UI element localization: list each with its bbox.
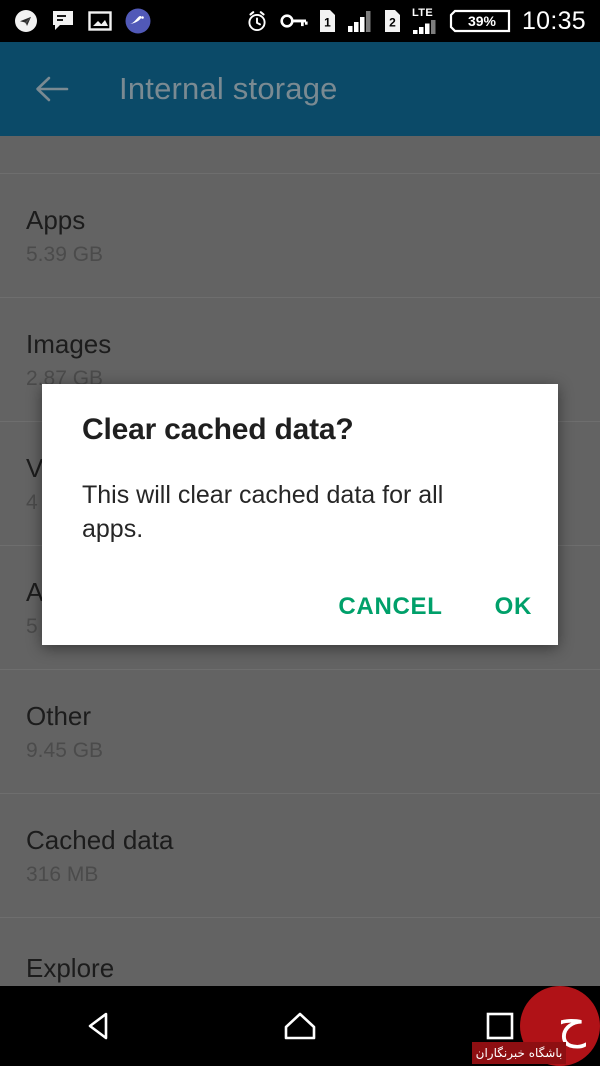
- lte-label: LTE: [411, 6, 434, 19]
- nav-home-icon[interactable]: [255, 986, 345, 1066]
- svg-text:1: 1: [324, 16, 331, 30]
- dialog-title: Clear cached data?: [82, 413, 354, 446]
- back-arrow-icon[interactable]: [28, 65, 76, 113]
- status-bar-system-icons: 1 2 LTE 39% 10:35: [245, 7, 586, 36]
- signal-bars-sim2-icon: [412, 19, 438, 35]
- list-item-apps[interactable]: Apps 5.39 GB: [0, 174, 600, 297]
- list-item-title: Explore: [26, 953, 115, 983]
- cancel-button[interactable]: CANCEL: [334, 587, 446, 627]
- app-notification-icon: [125, 8, 151, 34]
- nav-back-icon[interactable]: [55, 986, 145, 1066]
- alarm-clock-icon: [245, 9, 269, 33]
- nav-recents-icon[interactable]: [455, 986, 545, 1066]
- list-item[interactable]: [0, 136, 600, 173]
- status-bar: 1 2 LTE 39% 10:35: [0, 0, 600, 42]
- lte-signal-group: LTE: [411, 6, 438, 35]
- list-item-other[interactable]: Other 9.45 GB: [0, 670, 600, 793]
- sim-1-icon: 1: [319, 9, 336, 33]
- list-item-cached-data[interactable]: Cached data 316 MB: [0, 794, 600, 917]
- list-item-size: 5.39 GB: [26, 242, 104, 266]
- svg-text:2: 2: [389, 16, 396, 30]
- screenshot-image-icon: [88, 10, 112, 32]
- list-item-size: 9.45 GB: [26, 738, 104, 762]
- battery-icon: 39%: [449, 8, 511, 34]
- dialog-action-row: CANCEL OK: [334, 587, 536, 627]
- status-bar-notification-icons: [14, 8, 151, 34]
- sms-message-icon: [51, 10, 75, 32]
- status-bar-clock: 10:35: [521, 6, 586, 35]
- svg-text:39%: 39%: [468, 13, 497, 29]
- list-item-size: 316 MB: [26, 862, 99, 886]
- list-item-title: Images: [26, 328, 112, 359]
- sim-2-icon: 2: [384, 9, 401, 33]
- list-item-title: Apps: [26, 204, 86, 235]
- phone-screen: 1 2 LTE 39% 10:35 Internal storage Apps …: [0, 0, 600, 1066]
- dialog-message: This will clear cached data for all apps…: [82, 481, 444, 543]
- navigation-bar: [0, 986, 600, 1066]
- page-title: Internal storage: [119, 71, 338, 106]
- signal-bars-sim1-icon: [347, 9, 373, 33]
- list-item-title: Cached data: [26, 824, 174, 855]
- ok-button[interactable]: OK: [491, 587, 536, 627]
- list-item-title: Other: [26, 700, 92, 731]
- app-bar: Internal storage: [0, 42, 600, 136]
- vpn-key-icon: [280, 12, 308, 30]
- clear-cached-data-dialog: Clear cached data? This will clear cache…: [42, 384, 558, 645]
- telegram-icon: [14, 9, 38, 33]
- list-item-explore[interactable]: Explore: [0, 918, 600, 986]
